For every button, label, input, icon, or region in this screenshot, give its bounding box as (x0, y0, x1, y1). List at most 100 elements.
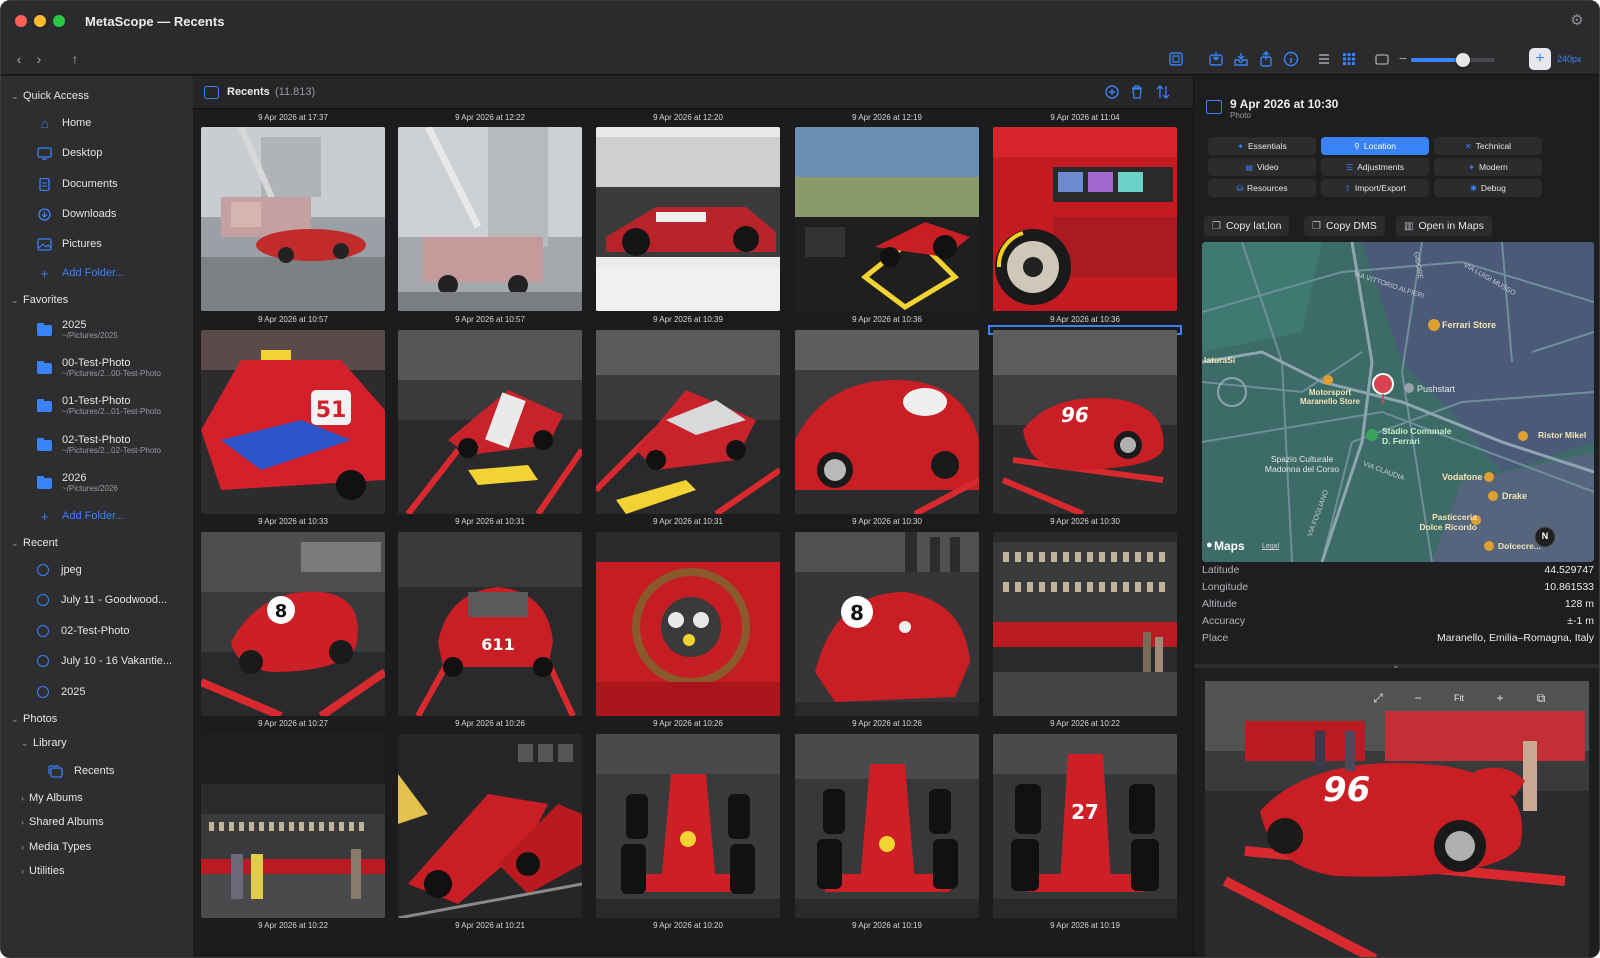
chevron-down-icon: ⌄ (21, 738, 29, 748)
sidebar-item-recent[interactable]: 2025 (37, 682, 85, 702)
sidebar-item-recents[interactable]: Recents (47, 761, 114, 781)
tools-icon: ✕ (1464, 142, 1472, 151)
list-view-icon[interactable] (1315, 50, 1333, 68)
tab-adjustments[interactable]: ☰ Adjustments (1321, 158, 1429, 176)
open-external-icon[interactable]: ⧉ (1533, 691, 1549, 706)
sidebar-item-home[interactable]: ⌂ Home (37, 113, 92, 133)
copy-latlon-button[interactable]: ❐ Copy lat,lon (1204, 216, 1290, 236)
photo-caption: 9 Apr 2026 at 10:30 (852, 517, 922, 526)
expand-icon[interactable]: ⤢ (1370, 691, 1386, 706)
sparkle-icon: ✦ (1468, 163, 1475, 172)
thumbnail-size-label: 240px (1557, 54, 1582, 64)
sidebar-item-recent[interactable]: 02-Test-Photo (37, 621, 129, 641)
maps-legal-link[interactable]: Legal (1262, 543, 1279, 550)
chevron-down-icon[interactable]: ⌄ (1392, 660, 1400, 671)
sidebar-item-documents[interactable]: Documents (37, 174, 118, 194)
svg-text:51: 51 (316, 398, 347, 423)
section-media-types[interactable]: › Media Types (21, 841, 91, 853)
map-label: Ferrari Store (1442, 320, 1497, 330)
gear-icon[interactable]: ⚙ (1569, 13, 1585, 29)
sidebar-item-favorite[interactable]: 00-Test-Photo ~/Pictures/2...00-Test-Phot… (37, 357, 161, 378)
sidebar-item-recent[interactable]: July 11 - Goodwood... (37, 590, 167, 610)
photo-caption: 9 Apr 2026 at 10:26 (852, 719, 922, 728)
preview-zoom-in-button[interactable]: + (1492, 691, 1508, 705)
back-button[interactable]: ‹ (9, 49, 29, 69)
disk-icon: ⛁ (1236, 184, 1244, 193)
section-favorites[interactable]: ⌄ Favorites (11, 294, 68, 306)
photo-preview[interactable]: 96 ⤢ − Fit + ⧉ (1205, 681, 1589, 957)
section-library[interactable]: ⌄ Library (21, 737, 67, 749)
tab-debug[interactable]: ✱ Debug (1434, 179, 1542, 197)
import-icon[interactable] (1207, 50, 1225, 68)
zoom-out-button[interactable]: − (1393, 48, 1413, 68)
section-photos[interactable]: ⌄ Photos (11, 713, 57, 725)
photo-image (201, 127, 385, 311)
section-my-albums[interactable]: › My Albums (21, 792, 83, 804)
house-icon: ⌂ (40, 115, 49, 131)
preview-fit-button[interactable]: Fit (1447, 693, 1471, 703)
close-window-button[interactable] (15, 15, 27, 27)
add-icon[interactable] (1104, 84, 1120, 100)
sidebar-item-favorite[interactable]: 2025 ~/Pictures/2025 (37, 319, 118, 340)
photo-caption: 9 Apr 2026 at 10:26 (653, 719, 723, 728)
section-shared-albums[interactable]: › Shared Albums (21, 816, 104, 828)
tab-modern[interactable]: ✦ Modern (1434, 158, 1542, 176)
sidebar-item-downloads[interactable]: Downloads (37, 204, 116, 224)
sidebar-item-recent[interactable]: jpeg (37, 560, 82, 580)
grid-header: Recents (11.813) (193, 76, 1193, 109)
copy-dms-button[interactable]: ❐ Copy DMS (1304, 216, 1385, 236)
zoom-in-button[interactable]: + (1529, 48, 1551, 70)
open-in-maps-button[interactable]: ▥ Open in Maps (1396, 216, 1492, 236)
photo-caption: 9 Apr 2026 at 10:30 (1050, 517, 1120, 526)
title-bar: MetaScope — Recents ⚙ (1, 1, 1599, 43)
grid-view-icon[interactable] (1340, 50, 1358, 68)
add-folder-button[interactable]: + Add Folder... (37, 506, 125, 526)
tab-video[interactable]: ▤ Video (1208, 158, 1316, 176)
thumbnail-size-slider[interactable] (1411, 53, 1495, 67)
sidebar-item-favorite[interactable]: 01-Test-Photo ~/Pictures/2...01-Test-Phot… (37, 395, 161, 416)
section-utilities[interactable]: › Utilities (21, 865, 64, 877)
add-folder-button[interactable]: + Add Folder... (37, 263, 125, 283)
sidebar-item-favorite[interactable]: 02-Test-Photo ~/Pictures/2...02-Test-Phot… (37, 434, 161, 455)
minimize-window-button[interactable] (34, 15, 46, 27)
tray-icon[interactable] (1232, 50, 1250, 68)
section-recent[interactable]: ⌄ Recent (11, 537, 58, 549)
export-icon: ⇪ (1344, 184, 1351, 193)
folder-icon (37, 475, 52, 489)
sidebar-item-desktop[interactable]: Desktop (37, 143, 102, 163)
sidebar-item-pictures[interactable]: Pictures (37, 234, 102, 254)
sidebar-item-favorite[interactable]: 2026 ~/Pictures/2026 (37, 472, 118, 493)
chevron-down-icon: ⌄ (11, 91, 19, 101)
tab-location[interactable]: ⚲ Location (1321, 137, 1429, 155)
photo-image (596, 734, 780, 918)
share-icon[interactable] (1257, 50, 1275, 68)
sliders-icon: ☰ (1346, 163, 1354, 172)
field-longitude: Longitude 10.861533 (1202, 581, 1594, 593)
up-button[interactable]: ↑ (65, 49, 85, 69)
slider-knob[interactable] (1456, 53, 1471, 67)
tab-import-export[interactable]: ⇪ Import/Export (1321, 179, 1429, 197)
section-quick-access[interactable]: ⌄ Quick Access (11, 90, 89, 102)
sort-icon[interactable] (1155, 84, 1171, 100)
tab-essentials[interactable]: ✦ Essentials (1208, 137, 1316, 155)
map-label: Drake (1502, 491, 1528, 501)
sidebar-item-recent[interactable]: July 10 - 16 Vakantie... (37, 651, 172, 671)
info-icon[interactable] (1282, 50, 1300, 68)
location-map[interactable]: Ferrari Store Motorsport Maranello Store… (1202, 242, 1594, 562)
map-label: Stadio Comunale D. Ferrari (1382, 426, 1452, 446)
tab-resources[interactable]: ⛁ Resources (1208, 179, 1316, 197)
crop-icon[interactable] (1167, 50, 1185, 68)
tab-technical[interactable]: ✕ Technical (1434, 137, 1542, 155)
photo-icon (37, 237, 52, 251)
photo-image (993, 532, 1177, 716)
photo-caption: 9 Apr 2026 at 10:22 (258, 921, 328, 930)
toolbar: ‹ › ↑ − (1, 43, 1599, 75)
preview-zoom-out-button[interactable]: − (1410, 691, 1426, 705)
maps-brand: Maps (1214, 539, 1245, 553)
forward-button[interactable]: › (29, 49, 49, 69)
pin-icon: ⚲ (1354, 142, 1360, 151)
trash-icon[interactable] (1129, 84, 1145, 100)
photo-image (596, 330, 780, 514)
zoom-window-button[interactable] (53, 15, 65, 27)
compass-north[interactable]: N (1538, 531, 1552, 541)
